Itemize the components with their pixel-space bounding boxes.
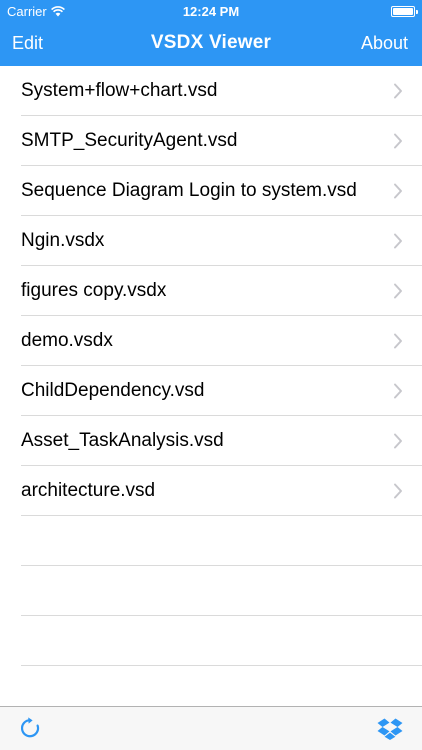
navigation-bar: Edit VSDX Viewer About bbox=[0, 22, 422, 66]
chevron-right-icon bbox=[394, 283, 402, 299]
file-row[interactable]: Ngin.vsdx bbox=[0, 216, 422, 266]
file-name: ChildDependency.vsd bbox=[21, 380, 205, 401]
chevron-right-icon bbox=[394, 433, 402, 449]
empty-row bbox=[0, 616, 422, 666]
chevron-right-icon bbox=[394, 233, 402, 249]
chevron-right-icon bbox=[394, 133, 402, 149]
file-name: architecture.vsd bbox=[21, 480, 156, 501]
chevron-right-icon bbox=[394, 383, 402, 399]
file-name: SMTP_SecurityAgent.vsd bbox=[21, 130, 238, 151]
file-row[interactable]: ChildDependency.vsd bbox=[0, 366, 422, 416]
page-title: VSDX Viewer bbox=[150, 32, 272, 53]
file-list: System+flow+chart.vsd SMTP_SecurityAgent… bbox=[0, 66, 422, 666]
dropbox-icon[interactable] bbox=[377, 718, 403, 740]
file-row[interactable]: System+flow+chart.vsd bbox=[0, 66, 422, 116]
file-name: Ngin.vsdx bbox=[21, 230, 105, 251]
file-row[interactable]: demo.vsdx bbox=[0, 316, 422, 366]
empty-row bbox=[0, 566, 422, 616]
chevron-right-icon bbox=[394, 333, 402, 349]
chevron-right-icon bbox=[394, 483, 402, 499]
bottom-toolbar bbox=[0, 706, 422, 750]
status-time: 12:24 PM bbox=[182, 4, 240, 19]
status-bar: Carrier 12:24 PM bbox=[0, 0, 422, 22]
refresh-icon[interactable] bbox=[19, 717, 41, 739]
file-name: Asset_TaskAnalysis.vsd bbox=[21, 430, 224, 451]
chevron-right-icon bbox=[394, 183, 402, 199]
file-row[interactable]: architecture.vsd bbox=[0, 466, 422, 516]
top-bar: Carrier 12:24 PM Edit VSDX Viewer About bbox=[0, 0, 422, 66]
file-name: System+flow+chart.vsd bbox=[21, 80, 218, 101]
screen: Carrier 12:24 PM Edit VSDX Viewer About … bbox=[0, 0, 422, 750]
about-button[interactable]: About bbox=[361, 33, 408, 54]
file-row[interactable]: SMTP_SecurityAgent.vsd bbox=[0, 116, 422, 166]
empty-row bbox=[0, 516, 422, 566]
file-row[interactable]: figures copy.vsdx bbox=[0, 266, 422, 316]
file-name: demo.vsdx bbox=[21, 330, 113, 351]
file-name: figures copy.vsdx bbox=[21, 280, 167, 301]
battery-icon bbox=[391, 6, 418, 17]
file-name: Sequence Diagram Login to system.vsd bbox=[21, 180, 357, 201]
file-row[interactable]: Sequence Diagram Login to system.vsd bbox=[0, 166, 422, 216]
file-row[interactable]: Asset_TaskAnalysis.vsd bbox=[0, 416, 422, 466]
chevron-right-icon bbox=[394, 83, 402, 99]
